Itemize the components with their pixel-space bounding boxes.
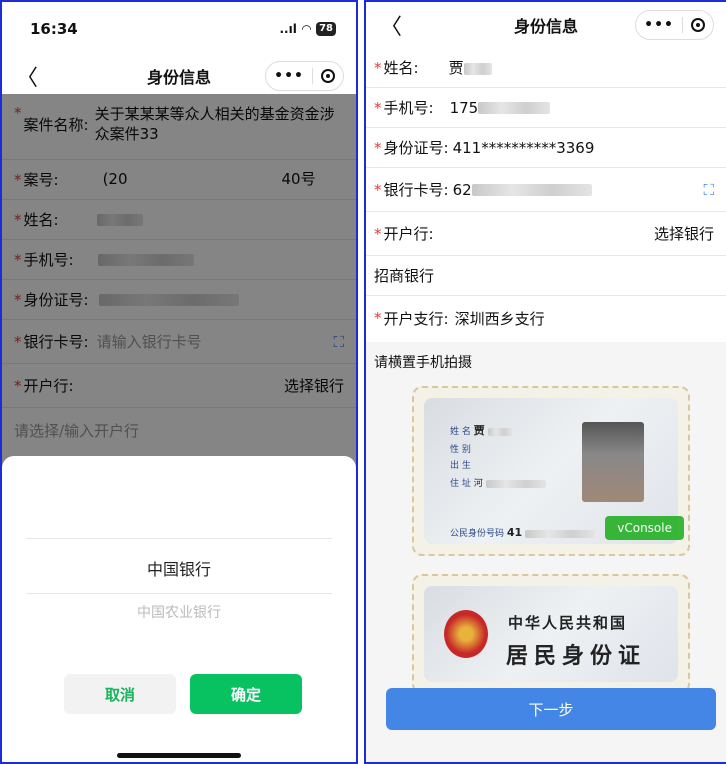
- cancel-button[interactable]: 取消: [64, 674, 176, 714]
- scan-icon[interactable]: ⛶: [703, 181, 714, 199]
- id-back-title: 中华人民共和国: [508, 614, 628, 632]
- id-back-subtitle: 居民身份证: [506, 643, 647, 669]
- id-birth-field: 出 生: [450, 461, 471, 471]
- id-gender-field: 性 别: [450, 445, 471, 455]
- required-mark: *: [374, 138, 382, 157]
- id-number-field: 公民身份号码 41: [450, 526, 596, 539]
- picker-option[interactable]: 中国农业银行: [2, 602, 356, 622]
- signal-icon: ..ıl: [279, 22, 297, 36]
- confirm-button[interactable]: 确定: [190, 674, 302, 714]
- home-indicator: [117, 753, 241, 758]
- modal-overlay[interactable]: 中国银行 中国农业银行 取消 确定: [2, 94, 356, 762]
- back-icon[interactable]: 〈: [380, 9, 402, 41]
- status-time: 16:34: [30, 20, 78, 38]
- left-screen: 16:34 ..ıl ◠ 78 〈 身份信息 ••• * 案件名称: 关于某某某…: [0, 0, 358, 764]
- required-mark: *: [374, 58, 382, 77]
- mini-program-capsule: •••: [635, 10, 714, 40]
- name-label: 姓名:: [383, 59, 419, 77]
- right-screen: 〈 身份信息 ••• * 姓名: 贾 * 手机号: 175 * 身份证号: 41…: [364, 0, 726, 764]
- more-icon[interactable]: •••: [644, 17, 674, 33]
- id-front-upload[interactable]: 姓 名 贾 性 别 出 生 住 址 河 公民身份号码 41 vConsole: [412, 386, 690, 556]
- phone-text: 175: [449, 98, 479, 117]
- id-back-upload[interactable]: 中华人民共和国 居民身份证: [412, 574, 690, 694]
- bank-row: * 开户行: 选择银行: [366, 212, 726, 256]
- close-target-icon[interactable]: [321, 69, 335, 83]
- phone-row: * 手机号: 175: [366, 88, 726, 128]
- nav-bar: 〈 身份信息 •••: [366, 2, 726, 48]
- close-target-icon[interactable]: [691, 18, 705, 32]
- id-name-field: 姓 名 贾: [450, 422, 512, 438]
- name-text: 贾: [448, 59, 464, 77]
- back-icon[interactable]: 〈: [16, 60, 38, 92]
- photo-hint: 请横置手机拍摄: [366, 342, 726, 378]
- id-address-field: 住 址 河: [450, 476, 546, 489]
- capsule-divider: [312, 68, 313, 84]
- blurred-text: [478, 102, 551, 114]
- id-label: 身份证号:: [383, 139, 449, 157]
- branch-label: 开户支行:: [383, 309, 449, 328]
- id-photo: [582, 422, 644, 502]
- bank-label: 开户行:: [383, 225, 434, 243]
- card-value[interactable]: 62: [453, 181, 704, 199]
- name-row: * 姓名: 贾: [366, 48, 726, 88]
- id-value[interactable]: 411**********3369: [453, 139, 714, 157]
- more-icon[interactable]: •••: [274, 68, 304, 84]
- branch-value[interactable]: 深圳西乡支行: [455, 308, 714, 329]
- mini-program-capsule: •••: [265, 61, 344, 91]
- status-icons: ..ıl ◠ 78: [279, 22, 336, 36]
- nav-bar: 〈 身份信息 •••: [2, 56, 356, 96]
- id-row: * 身份证号: 411**********3369: [366, 128, 726, 168]
- required-mark: *: [374, 224, 382, 243]
- select-bank-link[interactable]: 选择银行: [654, 223, 714, 244]
- blurred-text: [471, 184, 592, 196]
- name-value[interactable]: 贾: [449, 57, 714, 78]
- wifi-icon: ◠: [301, 22, 312, 36]
- required-mark: *: [374, 180, 382, 199]
- branch-row: * 开户支行: 深圳西乡支行: [366, 296, 726, 340]
- battery-icon: 78: [316, 22, 336, 36]
- page-title: 身份信息: [146, 68, 212, 87]
- card-label: 银行卡号:: [383, 181, 449, 199]
- bank-value[interactable]: 招商银行: [374, 265, 434, 286]
- phone-value[interactable]: 175: [450, 99, 714, 117]
- national-emblem-icon: [444, 610, 488, 658]
- next-step-button[interactable]: 下一步: [386, 688, 716, 730]
- phone-label: 手机号:: [383, 99, 434, 117]
- required-mark: *: [374, 309, 382, 327]
- blurred-text: [463, 62, 492, 75]
- bank-value-row: 招商银行: [366, 256, 726, 296]
- bank-picker-sheet: 中国银行 中国农业银行 取消 确定: [2, 456, 356, 762]
- id-back-image: 中华人民共和国 居民身份证: [424, 586, 678, 682]
- card-text: 62: [452, 180, 472, 199]
- card-row: * 银行卡号: 62 ⛶: [366, 168, 726, 212]
- page-title: 身份信息: [513, 17, 579, 36]
- picker-option-selected[interactable]: 中国银行: [2, 556, 356, 580]
- required-mark: *: [374, 98, 382, 117]
- capsule-divider: [682, 17, 683, 33]
- status-bar: 16:34 ..ıl ◠ 78: [2, 2, 356, 56]
- vconsole-button[interactable]: vConsole: [605, 516, 684, 540]
